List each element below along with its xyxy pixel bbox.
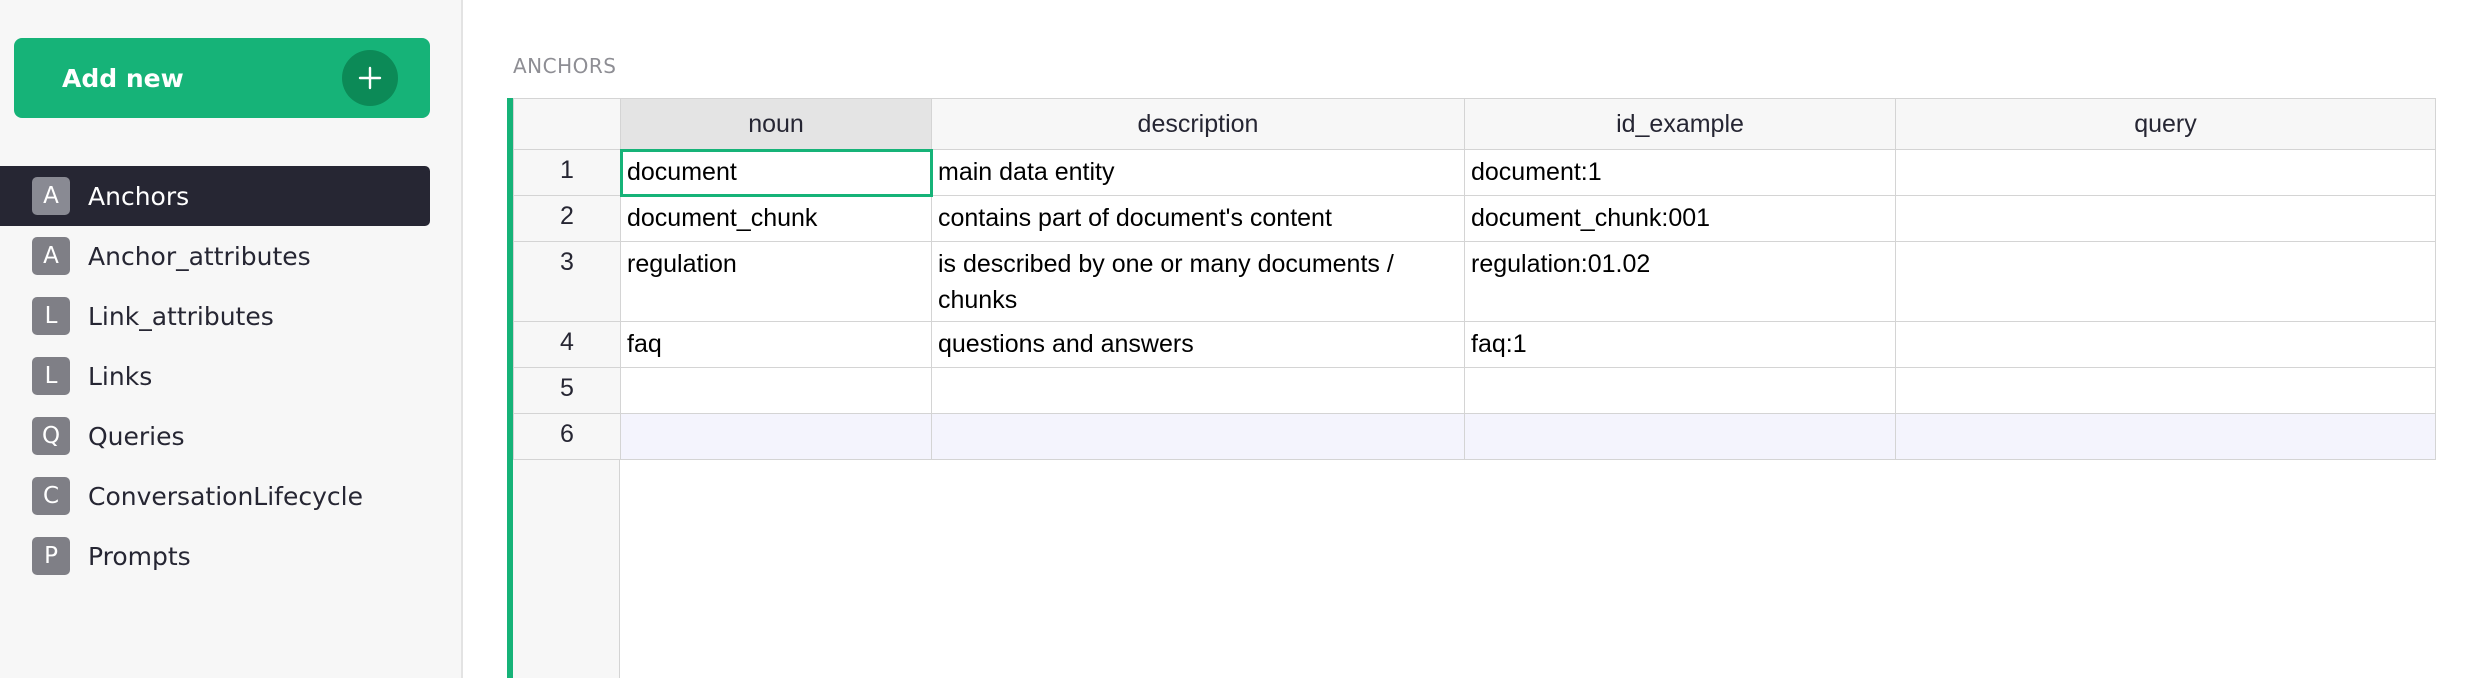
page-initial-badge: Q bbox=[32, 417, 70, 455]
page-label: Anchor_attributes bbox=[88, 241, 311, 271]
table-row: 3 regulation is described by one or many… bbox=[513, 241, 2436, 322]
page-label: Anchors bbox=[88, 181, 190, 211]
table-cell[interactable]: regulation:01.02 bbox=[1464, 241, 1896, 322]
grid-table: noun description id_example query 1 docu… bbox=[513, 98, 2436, 460]
column-header-id-example[interactable]: id_example bbox=[1464, 98, 1896, 150]
column-header-row: noun description id_example query bbox=[513, 98, 2436, 150]
page-initial-badge: L bbox=[32, 297, 70, 335]
table-cell[interactable]: is described by one or many documents / … bbox=[931, 241, 1465, 322]
table-cell[interactable] bbox=[1895, 195, 2436, 242]
table-cell[interactable]: document_chunk bbox=[620, 195, 932, 242]
column-header-description[interactable]: description bbox=[931, 98, 1465, 150]
main-content: ANCHORS noun description id_example quer… bbox=[465, 0, 2474, 678]
page-label: Prompts bbox=[88, 541, 191, 571]
table-cell[interactable]: document:1 bbox=[1464, 149, 1896, 196]
page-item-prompts[interactable]: P Prompts bbox=[0, 526, 430, 586]
row-number[interactable]: 5 bbox=[513, 367, 621, 414]
table-cell[interactable] bbox=[1895, 321, 2436, 368]
table-cell[interactable]: questions and answers bbox=[931, 321, 1465, 368]
section-title: ANCHORS bbox=[513, 54, 617, 78]
plus-icon bbox=[342, 50, 398, 106]
page-label: Link_attributes bbox=[88, 301, 274, 331]
column-header-noun[interactable]: noun bbox=[620, 98, 932, 150]
new-row: 6 bbox=[513, 413, 2436, 460]
page-list: A Anchors A Anchor_attributes L Link_att… bbox=[0, 166, 430, 586]
table-cell[interactable] bbox=[1895, 149, 2436, 196]
table-cell[interactable]: faq bbox=[620, 321, 932, 368]
column-header-query[interactable]: query bbox=[1895, 98, 2436, 150]
row-number[interactable]: 2 bbox=[513, 195, 621, 242]
page-initial-badge: C bbox=[32, 477, 70, 515]
row-number[interactable]: 4 bbox=[513, 321, 621, 368]
table-cell[interactable] bbox=[620, 367, 932, 414]
page-label: Links bbox=[88, 361, 153, 391]
table-cell[interactable]: document_chunk:001 bbox=[1464, 195, 1896, 242]
table-row: 2 document_chunk contains part of docume… bbox=[513, 195, 2436, 242]
page-item-conversation-lifecycle[interactable]: C ConversationLifecycle bbox=[0, 466, 430, 526]
page-initial-badge: A bbox=[32, 237, 70, 275]
table-cell[interactable] bbox=[620, 413, 932, 460]
table-cell[interactable] bbox=[1895, 413, 2436, 460]
table-row: 4 faq questions and answers faq:1 bbox=[513, 321, 2436, 368]
page-label: ConversationLifecycle bbox=[88, 481, 363, 511]
sidebar: Add new A Anchors A Anchor_attributes L … bbox=[0, 0, 463, 678]
table-cell[interactable]: contains part of document's content bbox=[931, 195, 1465, 242]
table-cell[interactable]: document bbox=[619, 148, 933, 197]
table-row: 1 document main data entity document:1 bbox=[513, 148, 2436, 197]
table-cell[interactable]: main data entity bbox=[931, 149, 1465, 196]
page-item-queries[interactable]: Q Queries bbox=[0, 406, 430, 466]
table-cell[interactable] bbox=[931, 413, 1465, 460]
table-cell[interactable] bbox=[931, 367, 1465, 414]
data-grid: noun description id_example query 1 docu… bbox=[507, 98, 2474, 678]
table-cell[interactable]: regulation bbox=[620, 241, 932, 322]
page-label: Queries bbox=[88, 421, 185, 451]
row-number[interactable]: 1 bbox=[513, 149, 621, 196]
add-new-button[interactable]: Add new bbox=[14, 38, 430, 118]
row-number[interactable]: 6 bbox=[513, 413, 621, 460]
table-cell[interactable]: faq:1 bbox=[1464, 321, 1896, 368]
page-initial-badge: L bbox=[32, 357, 70, 395]
table-cell[interactable] bbox=[1895, 241, 2436, 322]
page-item-anchors[interactable]: A Anchors bbox=[0, 166, 430, 226]
page-initial-badge: P bbox=[32, 537, 70, 575]
table-cell[interactable] bbox=[1895, 367, 2436, 414]
page-item-links[interactable]: L Links bbox=[0, 346, 430, 406]
grid-corner[interactable] bbox=[513, 98, 621, 150]
add-new-label: Add new bbox=[62, 63, 184, 93]
page-item-link-attributes[interactable]: L Link_attributes bbox=[0, 286, 430, 346]
app-window: Add new A Anchors A Anchor_attributes L … bbox=[0, 0, 2474, 678]
row-number[interactable]: 3 bbox=[513, 241, 621, 322]
page-initial-badge: A bbox=[32, 177, 70, 215]
page-item-anchor-attributes[interactable]: A Anchor_attributes bbox=[0, 226, 430, 286]
table-cell[interactable] bbox=[1464, 367, 1896, 414]
table-cell[interactable] bbox=[1464, 413, 1896, 460]
table-row: 5 bbox=[513, 367, 2436, 414]
